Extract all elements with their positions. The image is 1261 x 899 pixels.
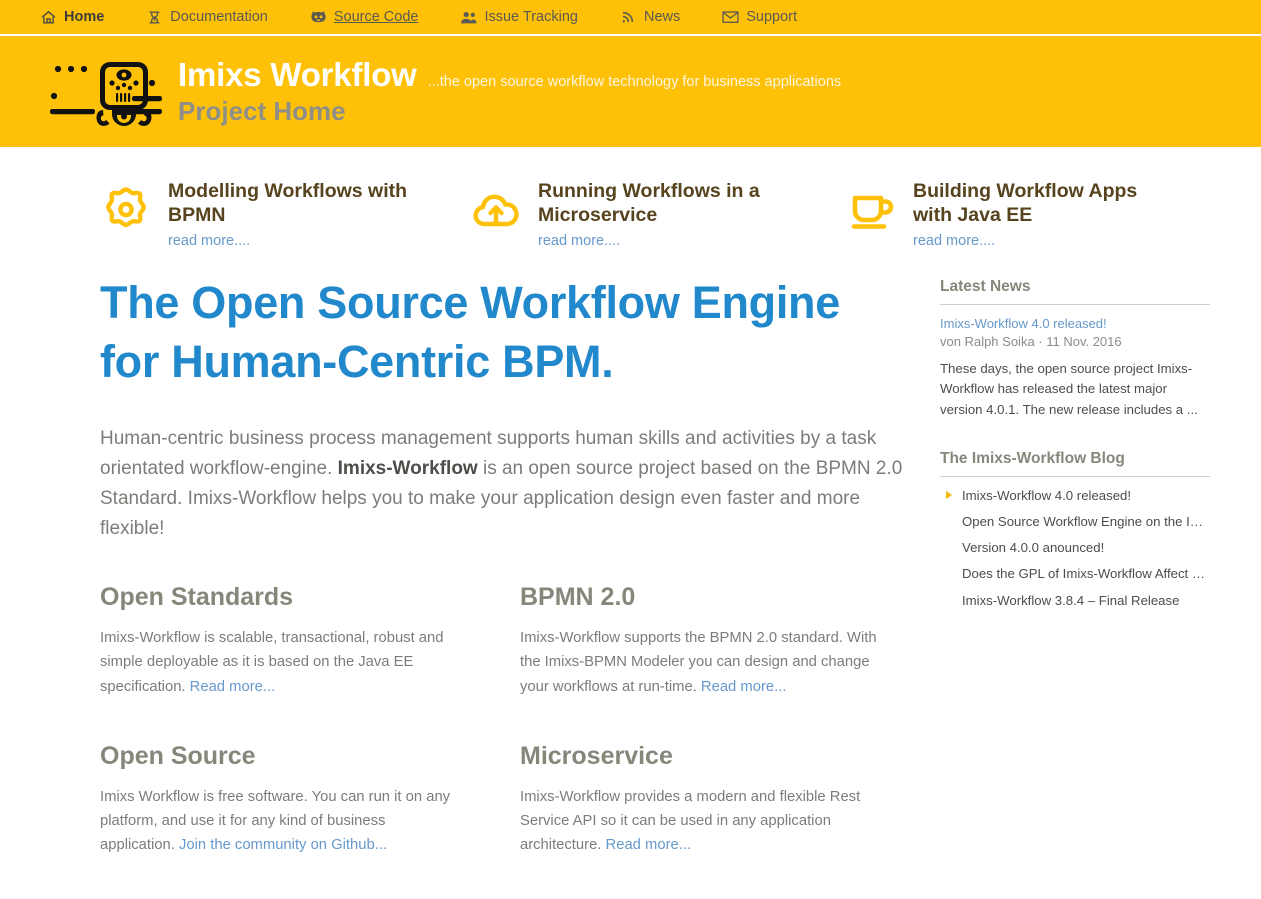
news-meta: von Ralph Soika · 11 Nov. 2016	[940, 334, 1122, 350]
imixs-mayan-glyph-logo[interactable]	[40, 56, 166, 128]
nav-label: News	[643, 9, 681, 25]
news-title-link[interactable]: Imixs-Workflow 4.0 released!	[940, 315, 1210, 333]
banner-titles: Imixs Workflow ...the open source workfl…	[178, 56, 841, 127]
feature-body: Imixs Workflow is free software. You can…	[100, 785, 462, 857]
intro-paragraph: Human-centric business process managemen…	[100, 424, 915, 544]
feature-link[interactable]: Read more...	[190, 679, 276, 695]
nav-label: Home	[64, 9, 105, 25]
feature-text: Imixs-Workflow supports the BPMN 2.0 sta…	[520, 630, 877, 695]
cloud-upload-icon	[470, 185, 522, 237]
feature-bpmn: BPMN 2.0 Imixs-Workflow supports the BPM…	[520, 582, 940, 698]
promo-read-more-link[interactable]: read more....	[168, 233, 453, 249]
feature-open-standards: Open Standards Imixs-Workflow is scalabl…	[100, 582, 520, 698]
blog-item-label: Open Source Workflow Engine on the IT…	[962, 514, 1210, 530]
news-excerpt: These days, the open source project Imix…	[940, 360, 1198, 417]
main-column: The Open Source Workflow Engine for Huma…	[100, 273, 940, 899]
blog-item-label: Imixs-Workflow 4.0 released!	[962, 488, 1132, 504]
feature-link[interactable]: Read more...	[701, 679, 787, 695]
feature-body: Imixs-Workflow supports the BPMN 2.0 sta…	[520, 626, 882, 698]
promo-card-modelling[interactable]: Modelling Workflows with BPMN read more.…	[100, 180, 470, 249]
feature-title: Open Source	[100, 741, 256, 770]
coffee-cup-icon	[845, 185, 897, 237]
latest-news-heading: Latest News	[940, 278, 1210, 305]
main-headline: The Open Source Workflow Engine for Huma…	[100, 276, 840, 388]
nav-label: Support	[746, 9, 798, 25]
nav-label: Documentation	[170, 9, 268, 25]
content-columns: The Open Source Workflow Engine for Huma…	[40, 249, 1221, 899]
site-banner: Imixs Workflow ...the open source workfl…	[0, 36, 1261, 147]
site-brand-title: Imixs Workflow	[178, 55, 417, 93]
nav-label: Issue Tracking	[484, 9, 578, 25]
primary-navigation: Home Documentation Source Code Issue Tra…	[0, 0, 1261, 36]
promo-card-java-ee[interactable]: Building Workflow Apps with Java EE read…	[845, 180, 1175, 249]
blog-list: Imixs-Workflow 4.0 released! Open Source…	[940, 487, 1210, 609]
github-icon	[310, 9, 327, 26]
rss-icon	[620, 9, 637, 26]
blog-item-label: Does the GPL of Imixs-Workflow Affect …	[962, 566, 1206, 582]
nav-item-home[interactable]: Home	[40, 9, 104, 26]
list-item[interactable]: Imixs-Workflow 4.0 released!	[940, 487, 1210, 504]
nav-label: Source Code	[333, 9, 419, 25]
feature-grid: Open Standards Imixs-Workflow is scalabl…	[100, 582, 940, 899]
promo-title: Modelling Workflows with BPMN	[168, 180, 408, 226]
promo-read-more-link[interactable]: read more....	[913, 233, 1175, 249]
intro-strong: Imixs-Workflow	[337, 458, 478, 480]
page-title: Project Home	[178, 95, 346, 126]
nav-item-documentation[interactable]: Documentation	[146, 9, 268, 26]
nav-item-issue-tracking[interactable]: Issue Tracking	[460, 9, 578, 26]
feature-body: Imixs-Workflow provides a modern and fle…	[520, 785, 882, 857]
feature-microservice: Microservice Imixs-Workflow provides a m…	[520, 741, 940, 857]
news-entry: Imixs-Workflow 4.0 released! von Ralph S…	[940, 315, 1210, 420]
feature-open-source: Open Source Imixs Workflow is free softw…	[100, 741, 520, 857]
book-icon	[146, 9, 163, 26]
triangle-bullet-icon	[946, 491, 952, 500]
blog-heading: The Imixs-Workflow Blog	[940, 450, 1210, 478]
page-content: Modelling Workflows with BPMN read more.…	[0, 147, 1261, 899]
list-item[interactable]: Imixs-Workflow 3.8.4 – Final Release	[940, 592, 1210, 609]
nav-item-source-code[interactable]: Source Code	[310, 9, 419, 26]
promo-read-more-link[interactable]: read more....	[538, 233, 823, 249]
list-item[interactable]: Open Source Workflow Engine on the IT…	[940, 513, 1210, 530]
feature-link[interactable]: Read more...	[606, 837, 692, 853]
feature-body: Imixs-Workflow is scalable, transactiona…	[100, 626, 462, 698]
promo-card-microservice[interactable]: Running Workflows in a Microservice read…	[470, 180, 845, 249]
feature-title: Microservice	[520, 741, 673, 770]
site-tagline: ...the open source workflow technology f…	[427, 73, 842, 90]
users-icon	[460, 9, 477, 26]
feature-title: Open Standards	[100, 583, 294, 612]
sidebar: Latest News Imixs-Workflow 4.0 released!…	[940, 273, 1210, 899]
promo-title: Running Workflows in a Microservice	[538, 180, 760, 226]
list-item[interactable]: Does the GPL of Imixs-Workflow Affect …	[940, 565, 1210, 582]
blog-item-label: Imixs-Workflow 3.8.4 – Final Release	[962, 592, 1180, 608]
gear-icon	[100, 185, 152, 237]
feature-title: BPMN 2.0	[520, 583, 636, 612]
feature-link[interactable]: Join the community on Github...	[179, 837, 387, 853]
promo-title: Building Workflow Apps with Java EE	[913, 180, 1138, 226]
promo-strip: Modelling Workflows with BPMN read more.…	[40, 147, 1221, 249]
home-icon	[40, 9, 57, 26]
envelope-icon	[722, 9, 739, 26]
nav-item-news[interactable]: News	[620, 9, 680, 26]
blog-item-label: Version 4.0.0 anounced!	[962, 540, 1105, 556]
nav-item-support[interactable]: Support	[722, 9, 797, 26]
list-item[interactable]: Version 4.0.0 anounced!	[940, 539, 1210, 556]
